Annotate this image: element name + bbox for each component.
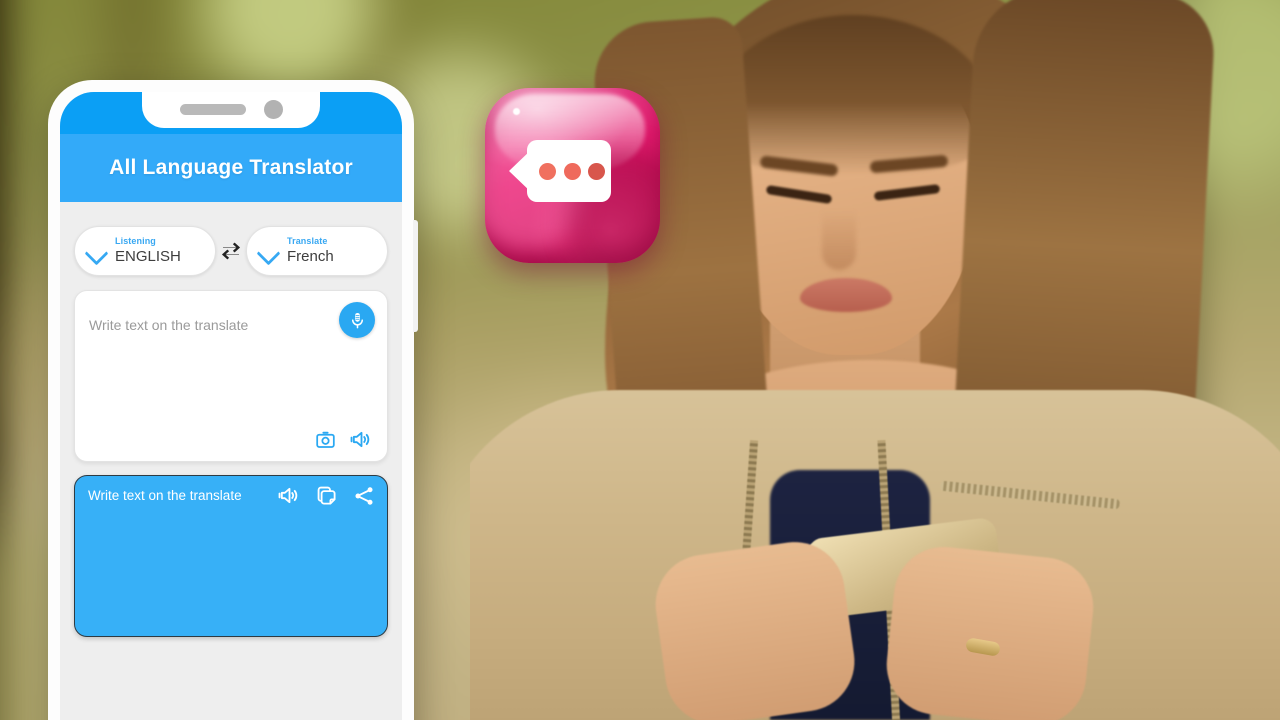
icon-sparkle	[513, 108, 520, 115]
speaker-icon	[278, 487, 298, 504]
source-language-value: ENGLISH	[115, 247, 181, 265]
typing-dot-2	[563, 162, 581, 180]
source-language-selector[interactable]: Listening ENGLISH	[74, 226, 216, 276]
translated-text-card[interactable]: Write text on the translate	[74, 475, 388, 637]
translated-text: Write text on the translate	[88, 488, 242, 503]
source-text-card[interactable]: Write text on the translate	[74, 290, 388, 462]
listen-source-button[interactable]	[350, 428, 373, 451]
typing-dots-icon	[539, 162, 605, 180]
camera-button[interactable]	[315, 429, 336, 450]
target-language-kind-label: Translate	[287, 236, 328, 247]
copy-icon	[317, 486, 336, 505]
speaker-icon	[350, 431, 370, 448]
typing-dot-3	[588, 162, 605, 180]
earpiece-speaker-icon	[179, 103, 246, 115]
target-language-selector[interactable]: Translate French	[246, 226, 388, 276]
typing-dot-1	[539, 162, 556, 180]
chevron-down-icon	[83, 238, 109, 264]
swap-arrows-icon	[222, 242, 240, 260]
source-card-actions	[315, 428, 373, 451]
microphone-icon	[351, 312, 363, 328]
hand-right	[881, 542, 1099, 720]
language-selector-row: Listening ENGLISH Translate French	[74, 226, 388, 276]
share-icon	[355, 486, 373, 505]
listen-translation-button[interactable]	[278, 484, 301, 507]
chat-bubble-app-icon[interactable]	[485, 88, 660, 263]
microphone-button[interactable]	[339, 302, 375, 338]
phone-side-button[interactable]	[413, 220, 418, 332]
phone-screen: All Language Translator Listening ENGLIS…	[60, 92, 402, 720]
source-language-kind-label: Listening	[115, 236, 156, 247]
screen-content: Listening ENGLISH Translate French Write…	[60, 202, 402, 637]
front-camera-icon	[263, 99, 283, 119]
hand-left	[649, 535, 861, 720]
source-text-placeholder: Write text on the translate	[89, 317, 249, 333]
lips	[800, 278, 892, 312]
source-language-text: Listening ENGLISH	[115, 236, 181, 265]
target-language-value: French	[287, 247, 334, 265]
chevron-down-icon	[255, 238, 281, 264]
app-header: All Language Translator	[60, 134, 402, 202]
phone-mockup: All Language Translator Listening ENGLIS…	[48, 80, 418, 720]
nose	[822, 210, 856, 270]
output-card-actions	[278, 484, 375, 507]
share-translation-button[interactable]	[353, 485, 375, 507]
camera-icon	[316, 431, 335, 448]
swap-languages-button[interactable]	[216, 240, 246, 262]
copy-translation-button[interactable]	[316, 485, 338, 507]
phone-notch	[142, 92, 320, 128]
page-title: All Language Translator	[109, 156, 353, 179]
target-language-text: Translate French	[287, 236, 334, 265]
